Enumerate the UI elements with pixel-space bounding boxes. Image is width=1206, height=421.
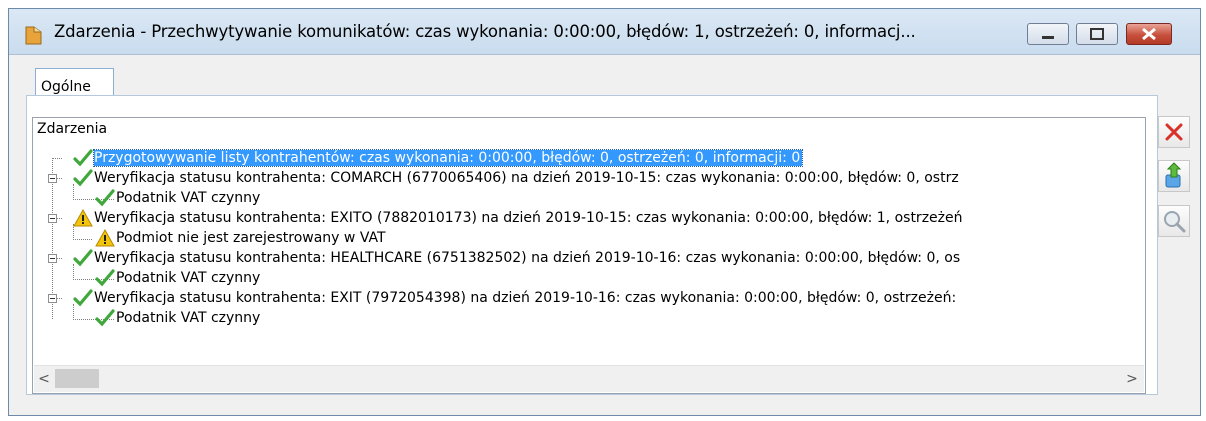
close-button[interactable] (1126, 23, 1172, 45)
delete-x-icon (1165, 123, 1183, 141)
maximize-icon (1090, 28, 1104, 40)
minimize-button[interactable] (1027, 23, 1069, 45)
collapse-toggle[interactable] (48, 294, 57, 303)
events-tree[interactable]: Zdarzenia Przygotowywanie listy kontrahe… (32, 117, 1146, 394)
check-icon (73, 289, 93, 307)
tab-label: Ogólne (41, 79, 91, 95)
scroll-left-button[interactable]: < (34, 369, 54, 389)
row-text: Weryfikacja statusu kontrahenta: EXITO (… (94, 210, 963, 226)
tree-row[interactable]: Weryfikacja statusu kontrahenta: HEALTHC… (73, 248, 960, 268)
tree-line (57, 298, 62, 299)
tree-row[interactable]: Podatnik VAT czynny (95, 308, 260, 328)
scroll-thumb[interactable] (55, 369, 99, 388)
title-bar[interactable]: Zdarzenia - Przechwytywanie komunikatów:… (9, 9, 1200, 55)
check-icon (95, 269, 115, 287)
tree-row[interactable]: Podatnik VAT czynny (95, 188, 260, 208)
row-text: Podatnik VAT czynny (116, 310, 261, 326)
close-icon (1142, 27, 1156, 41)
export-button[interactable] (1158, 160, 1190, 192)
window-title: Zdarzenia - Przechwytywanie komunikatów:… (54, 22, 916, 41)
minimize-icon (1042, 36, 1054, 39)
tree-row[interactable]: Przygotowywanie listy kontrahentów: czas… (73, 148, 804, 168)
tree-line (52, 158, 62, 159)
export-icon (1165, 162, 1182, 188)
row-text: Podatnik VAT czynny (116, 190, 261, 206)
tree-line (57, 258, 62, 259)
row-text: Podatnik VAT czynny (116, 270, 261, 286)
row-text: Weryfikacja statusu kontrahenta: EXIT (7… (94, 290, 957, 306)
tree-row[interactable]: Weryfikacja statusu kontrahenta: COMARCH… (73, 168, 959, 188)
tree-row[interactable]: Podmiot nie jest zarejestrowany w VAT (95, 228, 386, 248)
horizontal-scrollbar[interactable]: < > (34, 365, 1144, 392)
check-icon (95, 189, 115, 207)
row-text: Podmiot nie jest zarejestrowany w VAT (116, 230, 386, 246)
delete-button[interactable] (1158, 116, 1190, 148)
collapse-toggle[interactable] (48, 254, 57, 263)
collapse-toggle[interactable] (48, 174, 57, 183)
tree-header: Zdarzenia (37, 121, 108, 137)
row-text: Weryfikacja statusu kontrahenta: COMARCH… (94, 170, 959, 186)
check-icon (73, 169, 93, 187)
warning-icon (95, 229, 115, 247)
scroll-right-button[interactable]: > (1122, 369, 1142, 389)
tree-line (57, 178, 62, 179)
search-button[interactable] (1158, 205, 1190, 237)
tree-row[interactable]: Podatnik VAT czynny (95, 268, 260, 288)
check-icon (73, 249, 93, 267)
magnifier-icon (1164, 211, 1186, 233)
folder-icon (25, 26, 42, 45)
maximize-button[interactable] (1076, 23, 1118, 45)
check-icon (73, 149, 93, 167)
collapse-toggle[interactable] (48, 214, 57, 223)
row-text: Weryfikacja statusu kontrahenta: HEALTHC… (94, 250, 961, 266)
tree-row[interactable]: Weryfikacja statusu kontrahenta: EXIT (7… (73, 288, 956, 308)
tree-line (57, 218, 62, 219)
tree-row[interactable]: Weryfikacja statusu kontrahenta: EXITO (… (73, 208, 963, 228)
row-text: Przygotowywanie listy kontrahentów: czas… (92, 149, 804, 167)
check-icon (95, 309, 115, 327)
warning-icon (73, 209, 93, 227)
